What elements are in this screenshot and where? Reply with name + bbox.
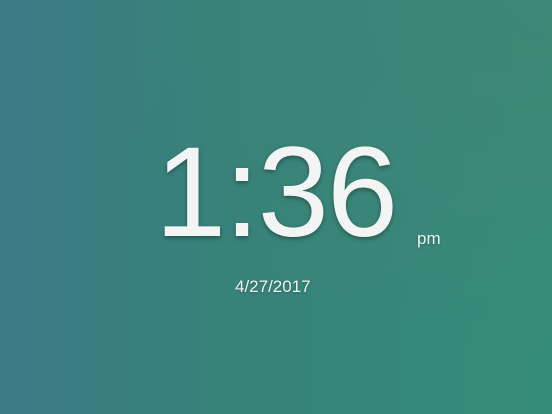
clock-meridiem: pm bbox=[417, 229, 441, 248]
clock-time: 1:36 bbox=[155, 121, 398, 264]
clock-date: 4/27/2017 bbox=[235, 277, 311, 296]
clock-screen: 1:36 pm 4/27/2017 bbox=[0, 0, 552, 414]
